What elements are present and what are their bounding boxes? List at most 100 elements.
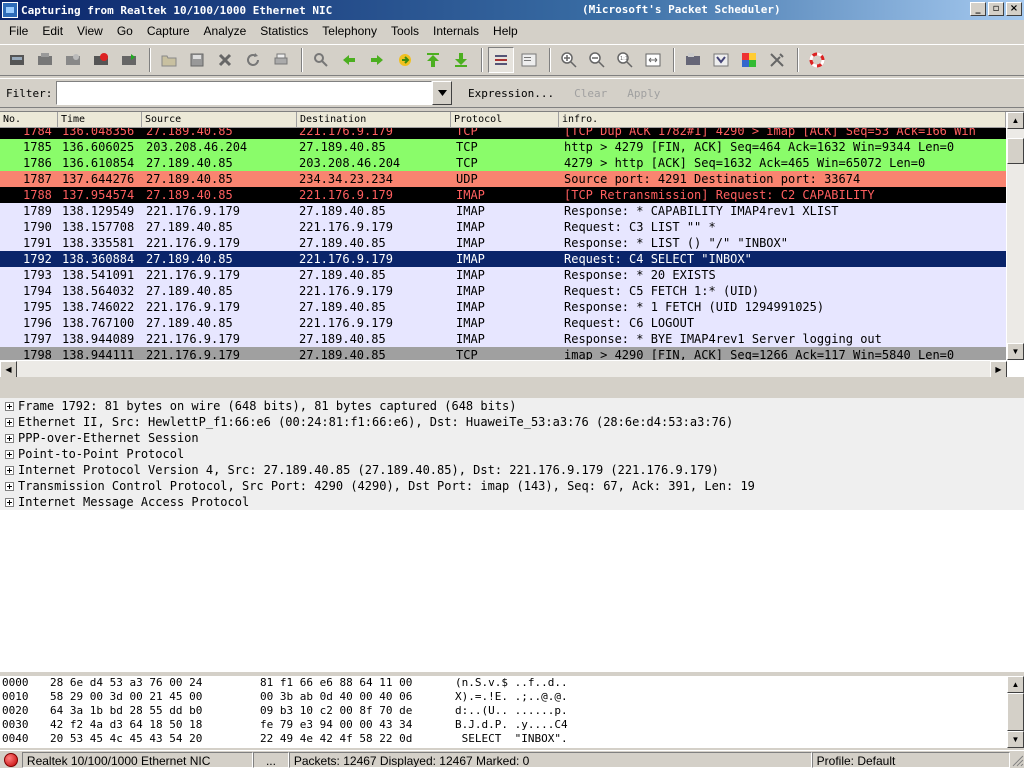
column-header-protocol[interactable]: Protocol bbox=[451, 112, 559, 128]
go-to-packet-button[interactable] bbox=[392, 47, 418, 73]
maximize-button[interactable]: ▫ bbox=[988, 2, 1004, 16]
menu-edit[interactable]: Edit bbox=[35, 20, 70, 42]
expression-button[interactable]: Expression... bbox=[458, 87, 564, 100]
go-forward-button[interactable] bbox=[364, 47, 390, 73]
menu-statistics[interactable]: Statistics bbox=[253, 20, 315, 42]
packet-row[interactable]: 1797 138.944089 221.176.9.179 27.189.40.85 I… bbox=[0, 331, 1006, 347]
packet-row[interactable]: 1789 138.129549 221.176.9.179 27.189.40.85 I… bbox=[0, 203, 1006, 219]
tree-item-ipv4[interactable]: Internet Protocol Version 4, Src: 27.189… bbox=[0, 462, 1024, 478]
save-file-button[interactable] bbox=[184, 47, 210, 73]
capture-options-button[interactable] bbox=[32, 47, 58, 73]
menu-analyze[interactable]: Analyze bbox=[197, 20, 254, 42]
hex-row[interactable]: 0020 64 3a 1b bd 28 55 dd b0 09 b3 10 c2 0… bbox=[0, 704, 1024, 718]
filter-history-dropdown[interactable] bbox=[432, 81, 452, 105]
preferences-button[interactable] bbox=[764, 47, 790, 73]
normal-size-button[interactable]: 1:1 bbox=[612, 47, 638, 73]
expand-plus-icon[interactable] bbox=[5, 465, 14, 475]
menu-internals[interactable]: Internals bbox=[426, 20, 486, 42]
scroll-thumb[interactable] bbox=[1007, 138, 1024, 164]
go-first-packet-button[interactable] bbox=[420, 47, 446, 73]
scroll-thumb[interactable] bbox=[1007, 693, 1024, 731]
interfaces-button[interactable] bbox=[4, 47, 30, 73]
column-header-time[interactable]: Time bbox=[58, 112, 142, 128]
menu-tools[interactable]: Tools bbox=[384, 20, 426, 42]
scroll-left-arrow[interactable]: ◀ bbox=[0, 361, 17, 377]
zoom-out-button[interactable] bbox=[584, 47, 610, 73]
title-bar[interactable]: Capturing from Realtek 10/100/1000 Ether… bbox=[0, 0, 1024, 20]
capture-filters-button[interactable] bbox=[680, 47, 706, 73]
hex-row[interactable]: 0030 42 f2 4a d3 64 18 50 18 fe 79 e3 94 0… bbox=[0, 718, 1024, 732]
clear-filter-button[interactable]: Clear bbox=[564, 87, 617, 100]
help-button[interactable] bbox=[804, 47, 830, 73]
tree-item-imap[interactable]: Internet Message Access Protocol bbox=[0, 494, 1024, 510]
scroll-down-arrow[interactable]: ▼ bbox=[1007, 731, 1024, 748]
packet-row[interactable]: 1784 136.048356 27.189.40.85 221.176.9.179 T… bbox=[0, 128, 1006, 139]
menu-help[interactable]: Help bbox=[486, 20, 525, 42]
coloring-rules-button[interactable] bbox=[736, 47, 762, 73]
hex-row[interactable]: 0040 20 53 45 4c 45 43 54 20 22 49 4e 42 4… bbox=[0, 732, 1024, 746]
status-profile[interactable]: Profile: Default bbox=[811, 751, 1011, 768]
column-header-destination[interactable]: Destination bbox=[297, 112, 451, 128]
start-capture-button[interactable] bbox=[60, 47, 86, 73]
tree-item-tcp[interactable]: Transmission Control Protocol, Src Port:… bbox=[0, 478, 1024, 494]
tree-item-pppoe[interactable]: PPP-over-Ethernet Session bbox=[0, 430, 1024, 446]
column-header-no[interactable]: No. bbox=[0, 112, 58, 128]
status-more[interactable]: ... bbox=[253, 751, 289, 768]
packet-list-vscrollbar[interactable]: ▲ ▼ bbox=[1007, 112, 1024, 360]
packet-row[interactable]: 1787 137.644276 27.189.40.85 234.34.23.234 U… bbox=[0, 171, 1006, 187]
packet-row[interactable]: 1792 138.360884 27.189.40.85 221.176.9.179 I… bbox=[0, 251, 1006, 267]
hex-row[interactable]: 0010 58 29 00 3d 00 21 45 00 00 3b ab 0d 4… bbox=[0, 690, 1024, 704]
scroll-down-arrow[interactable]: ▼ bbox=[1007, 343, 1024, 360]
packet-row[interactable]: 1785 136.606025 203.208.46.204 27.189.40.85… bbox=[0, 139, 1006, 155]
packet-list-hscrollbar[interactable]: ◀ ▶ bbox=[0, 361, 1007, 377]
colorize-button[interactable] bbox=[488, 47, 514, 73]
packet-row[interactable]: 1791 138.335581 221.176.9.179 27.189.40.85 I… bbox=[0, 235, 1006, 251]
auto-scroll-button[interactable] bbox=[516, 47, 542, 73]
expand-plus-icon[interactable] bbox=[5, 481, 14, 491]
apply-filter-button[interactable]: Apply bbox=[617, 87, 670, 100]
packet-row[interactable]: 1798 138.944111 221.176.9.179 27.189.40.85 T… bbox=[0, 347, 1006, 360]
column-header-info[interactable]: infro. bbox=[559, 112, 1006, 128]
hex-row[interactable]: 0000 28 6e d4 53 a3 76 00 24 81 f1 66 e6 8… bbox=[0, 676, 1024, 690]
minimize-button[interactable]: _ bbox=[970, 2, 986, 16]
expert-info-led-icon[interactable] bbox=[4, 752, 18, 767]
menu-telephony[interactable]: Telephony bbox=[315, 20, 384, 42]
scroll-up-arrow[interactable]: ▲ bbox=[1007, 112, 1024, 129]
column-header-source[interactable]: Source bbox=[142, 112, 297, 128]
display-filters-button[interactable] bbox=[708, 47, 734, 73]
zoom-in-button[interactable] bbox=[556, 47, 582, 73]
packet-row[interactable]: 1795 138.746022 221.176.9.179 27.189.40.85 I… bbox=[0, 299, 1006, 315]
scroll-up-arrow[interactable]: ▲ bbox=[1007, 676, 1024, 693]
packet-row[interactable]: 1794 138.564032 27.189.40.85 221.176.9.179 I… bbox=[0, 283, 1006, 299]
close-file-button[interactable] bbox=[212, 47, 238, 73]
go-last-packet-button[interactable] bbox=[448, 47, 474, 73]
menu-go[interactable]: Go bbox=[110, 20, 140, 42]
resize-grip-icon[interactable] bbox=[1010, 753, 1024, 767]
packet-row[interactable]: 1793 138.541091 221.176.9.179 27.189.40.85 I… bbox=[0, 267, 1006, 283]
hex-row[interactable]: 00500a bbox=[0, 746, 1024, 748]
expand-plus-icon[interactable] bbox=[5, 497, 14, 507]
packet-row[interactable]: 1788 137.954574 27.189.40.85 221.176.9.179 I… bbox=[0, 187, 1006, 203]
expand-plus-icon[interactable] bbox=[5, 401, 14, 411]
packet-row[interactable]: 1790 138.157708 27.189.40.85 221.176.9.179 I… bbox=[0, 219, 1006, 235]
filter-input[interactable] bbox=[56, 81, 432, 105]
menu-view[interactable]: View bbox=[70, 20, 110, 42]
tree-item-ppp[interactable]: Point-to-Point Protocol bbox=[0, 446, 1024, 462]
tree-item-frame[interactable]: Frame 1792: 81 bytes on wire (648 bits),… bbox=[0, 398, 1024, 414]
stop-capture-button[interactable] bbox=[88, 47, 114, 73]
restart-capture-button[interactable] bbox=[116, 47, 142, 73]
go-back-button[interactable] bbox=[336, 47, 362, 73]
print-button[interactable] bbox=[268, 47, 294, 73]
packet-row[interactable]: 1786 136.610854 27.189.40.85 203.208.46.204… bbox=[0, 155, 1006, 171]
expand-plus-icon[interactable] bbox=[5, 433, 14, 443]
bytes-vscrollbar[interactable]: ▲ ▼ bbox=[1007, 676, 1024, 748]
expand-plus-icon[interactable] bbox=[5, 417, 14, 427]
scroll-right-arrow[interactable]: ▶ bbox=[990, 361, 1007, 377]
expand-plus-icon[interactable] bbox=[5, 449, 14, 459]
close-button[interactable]: × bbox=[1006, 2, 1022, 16]
packet-row[interactable]: 1796 138.767100 27.189.40.85 221.176.9.179 I… bbox=[0, 315, 1006, 331]
menu-file[interactable]: File bbox=[2, 20, 35, 42]
find-packet-button[interactable] bbox=[308, 47, 334, 73]
reload-button[interactable] bbox=[240, 47, 266, 73]
menu-capture[interactable]: Capture bbox=[140, 20, 197, 42]
